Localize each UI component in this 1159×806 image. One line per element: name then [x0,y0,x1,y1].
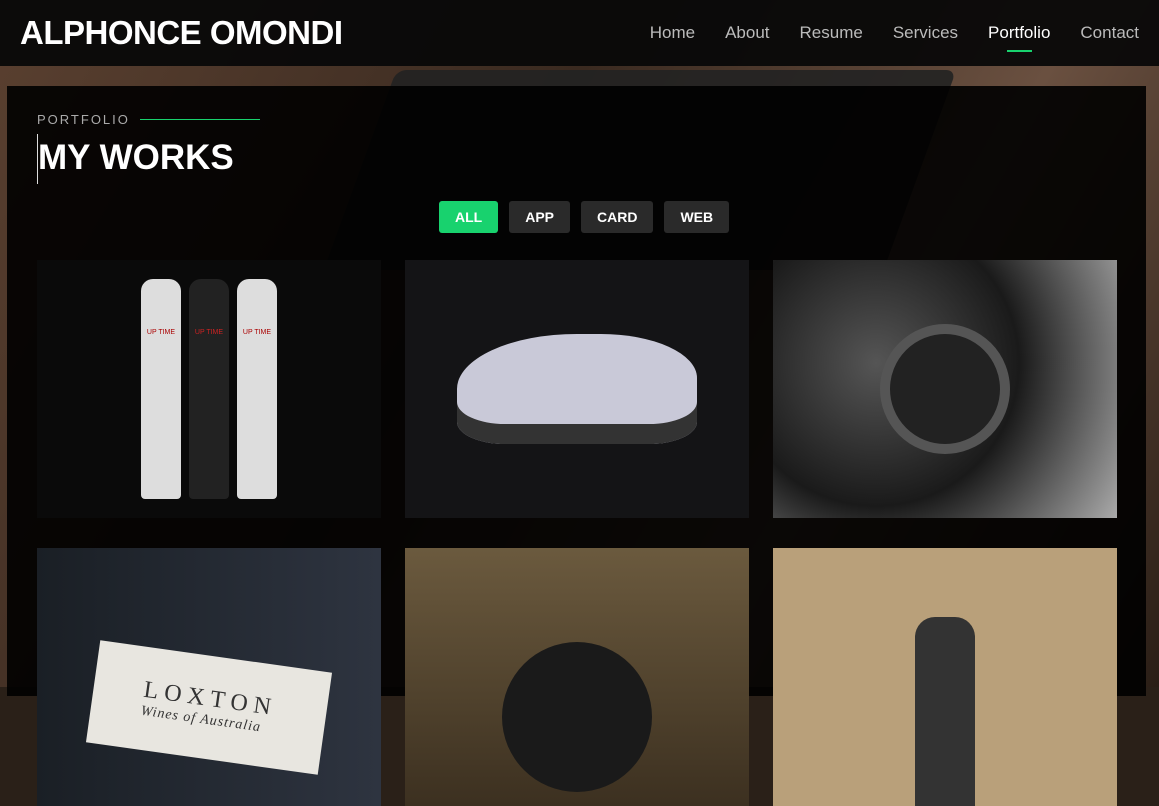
top-nav: ALPHONCE OMONDI Home About Resume Servic… [0,0,1159,66]
medicine-ball-image [502,642,652,792]
wine-label: LOXTON Wines of Australia [85,639,333,775]
bottle: UP TIME [237,279,277,499]
portfolio-item-bottles[interactable]: UP TIME UP TIME UP TIME [37,260,381,518]
main-nav: Home About Resume Services Portfolio Con… [650,23,1139,52]
portfolio-item-car-console[interactable] [773,260,1117,518]
nav-resume[interactable]: Resume [800,23,863,43]
sneaker-image [457,334,697,444]
site-logo[interactable]: ALPHONCE OMONDI [20,14,343,52]
section-subtitle: PORTFOLIO [37,112,260,127]
filter-web[interactable]: WEB [664,201,730,233]
portfolio-filters: ALL APP CARD WEB [439,201,730,233]
filter-app[interactable]: APP [509,201,571,233]
section-title: MY WORKS [37,134,234,184]
portfolio-item-sneakers[interactable] [405,260,749,518]
subtitle-line [139,119,260,120]
nav-portfolio[interactable]: Portfolio [988,23,1050,52]
bottle: UP TIME [189,279,229,499]
nav-home[interactable]: Home [650,23,695,43]
nav-services[interactable]: Services [893,23,958,43]
nav-about[interactable]: About [725,23,769,43]
knob-image [880,324,1010,454]
portfolio-item-flask[interactable] [773,548,1117,806]
subtitle-text: PORTFOLIO [37,112,130,127]
filter-all[interactable]: ALL [439,201,499,233]
flask-image [915,617,975,806]
nav-contact[interactable]: Contact [1080,23,1139,43]
portfolio-grid: UP TIME UP TIME UP TIME LOXTON Wines of A… [37,260,1117,806]
portfolio-section: PORTFOLIO MY WORKS ALL APP CARD WEB UP T… [7,86,1146,806]
filter-card[interactable]: CARD [581,201,654,233]
portfolio-item-wine[interactable]: LOXTON Wines of Australia [37,548,381,806]
bottle: UP TIME [141,279,181,499]
portfolio-item-fitness[interactable] [405,548,749,806]
